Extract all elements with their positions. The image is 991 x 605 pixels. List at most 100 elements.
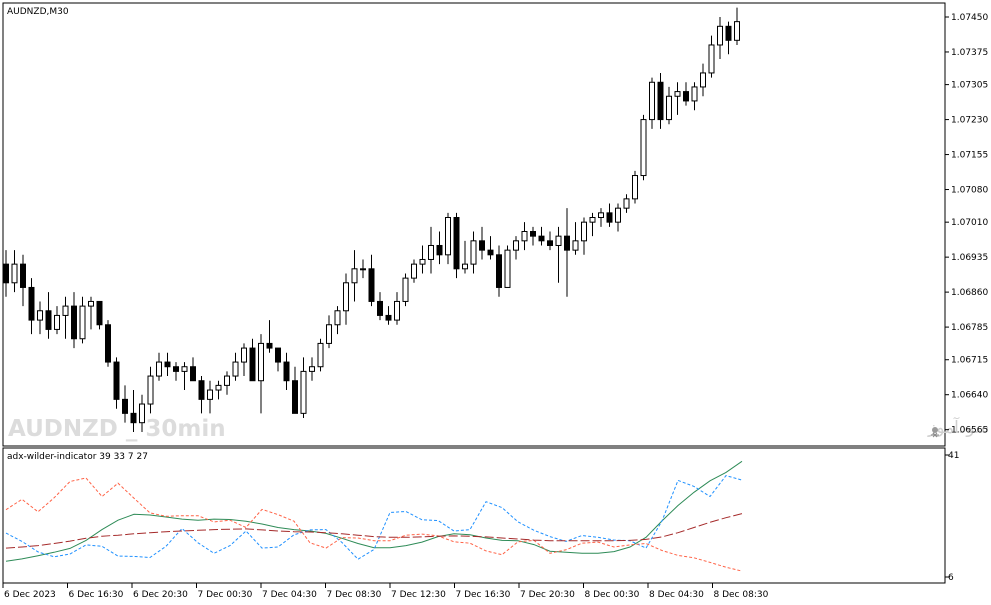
price-tick-label: 1.07305 (951, 81, 988, 91)
candle-body (368, 268, 375, 302)
candle-body (513, 240, 519, 251)
candle-body (640, 119, 647, 177)
time-tick-label: 8 Dec 08:30 (714, 590, 769, 600)
candle-body (54, 314, 60, 330)
candle-body (402, 277, 409, 302)
time-tick-label: 7 Dec 16:30 (456, 590, 511, 600)
candle-body (215, 384, 222, 391)
candle-body (300, 370, 307, 414)
candle-body (360, 268, 366, 271)
candle-body (241, 347, 247, 363)
candle-body (547, 240, 553, 246)
time-tick-label: 6 Dec 2023 (4, 590, 56, 600)
candle-body (623, 198, 630, 209)
price-tick-label: 1.06860 (951, 288, 988, 298)
candle-body (181, 366, 188, 372)
price-tick-label: 1.07375 (951, 48, 988, 58)
candle-body (326, 324, 332, 344)
price-tick-label: 1.07080 (951, 186, 988, 196)
candle-body (249, 347, 256, 382)
time-tick-label: 6 Dec 16:30 (69, 590, 124, 600)
watermark-symbol: AUDNZD _ 30min (8, 416, 226, 442)
candle-body (462, 263, 468, 270)
time-tick-label: 7 Dec 12:30 (391, 590, 446, 600)
candle-body (266, 342, 273, 349)
price-tick-label: 1.06785 (951, 323, 988, 333)
candle (453, 212, 460, 279)
candle-body (3, 263, 9, 284)
candle-body (700, 72, 706, 88)
candle-body (487, 249, 494, 256)
candle-body (173, 366, 179, 372)
candle-body (674, 91, 681, 97)
candle-body (411, 263, 417, 279)
candle-body (377, 300, 383, 316)
candle-body (598, 212, 604, 219)
price-tick-label: 1.07450 (951, 13, 988, 23)
price-tick-label: 1.06565 (951, 426, 988, 436)
price-axis: 1.07450 1.07375 1.07305 1.07230 1.07155 1.070… (945, 13, 988, 436)
candle-body (717, 25, 723, 46)
trading-chart: AUDNZD,M30 AUDNZD _ 30min انتشار در سایت… (2, 2, 991, 600)
candle-body (28, 286, 35, 321)
indicator-scale-max: 41 (948, 451, 959, 461)
candle-body (385, 314, 392, 321)
indicator-pane[interactable] (2, 447, 946, 584)
candle-body (283, 361, 290, 382)
candle-body (708, 44, 715, 74)
candle-body (632, 175, 638, 200)
time-tick-label: 8 Dec 04:30 (649, 590, 704, 600)
candle-body (496, 254, 502, 288)
candle (402, 273, 409, 307)
price-tick-label: 1.06640 (951, 391, 988, 401)
candle-body (428, 244, 434, 260)
candle-body (657, 81, 664, 121)
candle-body (572, 240, 579, 251)
time-tick-label: 7 Dec 20:30 (520, 590, 575, 600)
indicator-axis: 41 6 (945, 451, 959, 583)
candle-body (147, 375, 154, 405)
candle-body (666, 95, 672, 121)
indicator-label: adx-wilder-indicator 39 33 7 27 (7, 452, 148, 462)
candle (105, 320, 111, 367)
candle-body (419, 258, 426, 265)
candle-body (317, 342, 324, 368)
candle-body (88, 300, 94, 307)
candle-body (334, 310, 341, 326)
candle-body (725, 25, 732, 41)
price-pane[interactable] (2, 2, 946, 447)
candle (632, 170, 638, 204)
candle-body (275, 347, 281, 363)
candle-body (470, 240, 477, 265)
price-tick-label: 1.07010 (951, 218, 988, 228)
price-tick-label: 1.06935 (951, 253, 988, 263)
candle-body (343, 282, 349, 312)
candle-body (96, 300, 103, 326)
candle (317, 338, 324, 372)
candle-body (589, 217, 596, 223)
candle-body (11, 263, 18, 284)
candle-body (555, 235, 562, 246)
symbol-label: AUDNZD,M30 (7, 7, 69, 17)
candle-body (394, 300, 400, 321)
candle-body (258, 342, 264, 382)
candle-body (20, 263, 26, 288)
price-tick-label: 1.07155 (951, 151, 988, 161)
candle-body (79, 305, 86, 340)
candle-body (504, 249, 511, 288)
candle-body (105, 324, 111, 363)
indicator-scale-min: 6 (948, 573, 954, 583)
candle-body (122, 398, 128, 414)
candle-body (190, 366, 196, 382)
candle-body (445, 217, 451, 256)
candle-body (71, 305, 77, 340)
candle-body (207, 389, 213, 400)
time-tick-label: 7 Dec 08:30 (327, 590, 382, 600)
candle-body (479, 240, 485, 251)
candle-body (581, 221, 587, 242)
candle-body (564, 235, 570, 251)
candle-body (232, 361, 239, 377)
candle (640, 114, 647, 181)
price-tick-label: 1.07230 (951, 116, 988, 126)
candle-body (37, 310, 43, 321)
